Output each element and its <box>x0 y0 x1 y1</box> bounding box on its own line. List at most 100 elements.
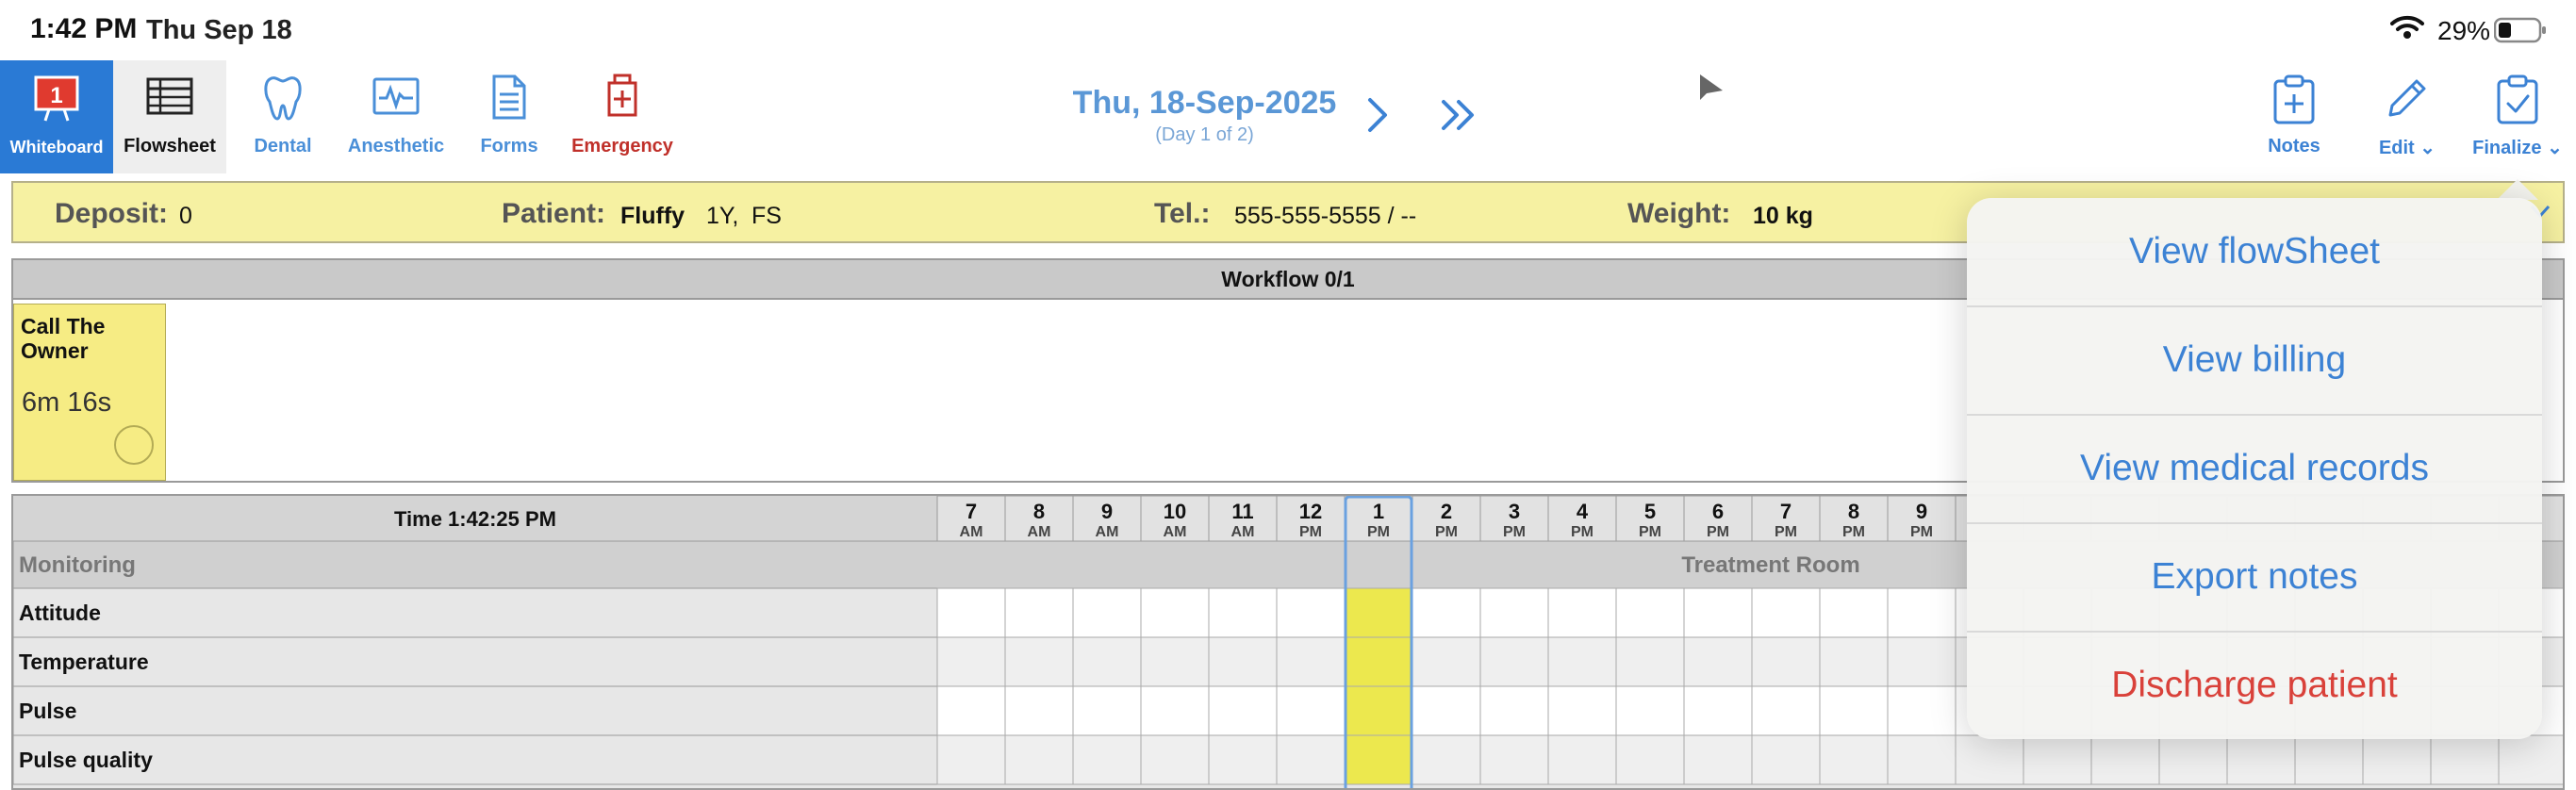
grid-cell[interactable] <box>1479 734 1549 785</box>
grid-cell[interactable] <box>1615 587 1685 638</box>
grid-cell[interactable] <box>1819 587 1889 638</box>
grid-cell[interactable] <box>1819 685 1889 736</box>
grid-cell[interactable] <box>1683 636 1753 687</box>
chevron-down-icon: ⌄ <box>2547 138 2563 158</box>
grid-cell[interactable] <box>1344 587 1413 638</box>
finalize-button[interactable]: Finalize ⌄ <box>2459 60 2576 173</box>
notes-button[interactable]: Notes <box>2252 60 2337 173</box>
grid-cell[interactable] <box>936 636 1006 687</box>
task-card[interactable]: Call The Owner 6m 16s <box>13 304 166 481</box>
flowsheet-icon <box>146 77 193 115</box>
grid-cell[interactable] <box>1615 685 1685 736</box>
grid-cell[interactable] <box>1208 734 1278 785</box>
flowsheet-button[interactable]: Flowsheet <box>113 60 226 173</box>
grid-cell[interactable] <box>1072 685 1142 736</box>
grid-cell[interactable] <box>2294 734 2364 785</box>
menu-item-export-notes[interactable]: Export notes <box>1967 523 2542 631</box>
grid-cell[interactable] <box>1819 734 1889 785</box>
grid-cell[interactable] <box>1412 734 1481 785</box>
grid-cell[interactable] <box>2430 734 2500 785</box>
grid-cell[interactable] <box>1751 636 1821 687</box>
edit-button[interactable]: Edit ⌄ <box>2365 60 2450 173</box>
grid-cell[interactable] <box>2158 734 2228 785</box>
grid-cell[interactable] <box>1547 636 1617 687</box>
menu-item-discharge-patient[interactable]: Discharge patient <box>1967 632 2542 739</box>
grid-cell[interactable] <box>1004 685 1074 736</box>
deposit-value: 0 <box>179 203 192 229</box>
grid-cell[interactable] <box>1276 734 1346 785</box>
grid-cell[interactable] <box>2362 734 2432 785</box>
grid-cell[interactable] <box>1412 636 1481 687</box>
grid-cell[interactable] <box>1072 636 1142 687</box>
menu-item-view-medical-records[interactable]: View medical records <box>1967 415 2542 522</box>
patient-sex: FS <box>751 203 782 229</box>
emergency-button[interactable]: Emergency <box>561 60 684 173</box>
hour-label: 8 <box>1033 500 1045 523</box>
grid-cell[interactable] <box>1479 636 1549 687</box>
grid-cell[interactable] <box>2498 734 2565 785</box>
grid-cell[interactable] <box>1140 587 1210 638</box>
heart-monitor-icon <box>372 77 420 115</box>
grid-cell[interactable] <box>1615 636 1685 687</box>
grid-cell[interactable] <box>1887 636 1957 687</box>
grid-cell[interactable] <box>1004 734 1074 785</box>
grid-cell[interactable] <box>1344 685 1413 736</box>
grid-cell[interactable] <box>936 685 1006 736</box>
grid-cell[interactable] <box>1072 734 1142 785</box>
forms-button[interactable]: Forms <box>462 60 556 173</box>
whiteboard-button[interactable]: 1 Whiteboard <box>0 60 113 173</box>
grid-cell[interactable] <box>1479 685 1549 736</box>
grid-cell[interactable] <box>2226 734 2296 785</box>
grid-cell[interactable] <box>1004 636 1074 687</box>
menu-item-view-billing[interactable]: View billing <box>1967 306 2542 414</box>
grid-cell[interactable] <box>1955 734 2024 785</box>
patient-name[interactable]: Fluffy <box>620 203 685 230</box>
task-title: Call The Owner <box>21 314 106 363</box>
grid-cell[interactable] <box>1276 685 1346 736</box>
menu-item-view-flowsheet[interactable]: View flowSheet <box>1967 198 2542 305</box>
row-label-cell <box>13 587 938 638</box>
finalize-text: Finalize <box>2472 138 2542 158</box>
grid-cell[interactable] <box>1140 685 1210 736</box>
task-complete-circle[interactable] <box>114 425 154 465</box>
grid-cell[interactable] <box>1140 636 1210 687</box>
grid-cell[interactable] <box>1887 685 1957 736</box>
grid-cell[interactable] <box>1479 587 1549 638</box>
grid-cell[interactable] <box>1004 587 1074 638</box>
grid-cell[interactable] <box>1887 587 1957 638</box>
anesthetic-button[interactable]: Anesthetic <box>335 60 457 173</box>
hour-label: 7 <box>1780 500 1792 523</box>
grid-cell[interactable] <box>1683 587 1753 638</box>
grid-cell[interactable] <box>1412 685 1481 736</box>
grid-cell[interactable] <box>1751 734 1821 785</box>
grid-cell[interactable] <box>1344 734 1413 785</box>
double-chevron-right-icon[interactable] <box>1438 94 1483 136</box>
grid-cell[interactable] <box>1344 636 1413 687</box>
grid-cell[interactable] <box>936 587 1006 638</box>
grid-cell[interactable] <box>1412 587 1481 638</box>
flowsheet-label: Flowsheet <box>124 136 216 156</box>
grid-cell[interactable] <box>1819 636 1889 687</box>
grid-cell[interactable] <box>1751 587 1821 638</box>
grid-cell[interactable] <box>1683 685 1753 736</box>
grid-cell[interactable] <box>1140 734 1210 785</box>
grid-cell[interactable] <box>1208 636 1278 687</box>
grid-cell[interactable] <box>936 734 1006 785</box>
grid-cell[interactable] <box>1208 587 1278 638</box>
grid-cell[interactable] <box>1683 734 1753 785</box>
grid-cell[interactable] <box>1072 587 1142 638</box>
date-title[interactable]: Thu, 18-Sep-2025 <box>1037 85 1372 122</box>
grid-cell[interactable] <box>1615 734 1685 785</box>
grid-cell[interactable] <box>1208 685 1278 736</box>
grid-cell[interactable] <box>2090 734 2160 785</box>
chevron-right-icon[interactable] <box>1364 94 1393 136</box>
grid-cell[interactable] <box>1887 734 1957 785</box>
grid-cell[interactable] <box>1276 636 1346 687</box>
grid-cell[interactable] <box>1276 587 1346 638</box>
grid-cell[interactable] <box>1751 685 1821 736</box>
grid-cell[interactable] <box>1547 587 1617 638</box>
grid-cell[interactable] <box>1547 685 1617 736</box>
grid-cell[interactable] <box>2023 734 2092 785</box>
grid-cell[interactable] <box>1547 734 1617 785</box>
dental-button[interactable]: Dental <box>236 60 330 173</box>
